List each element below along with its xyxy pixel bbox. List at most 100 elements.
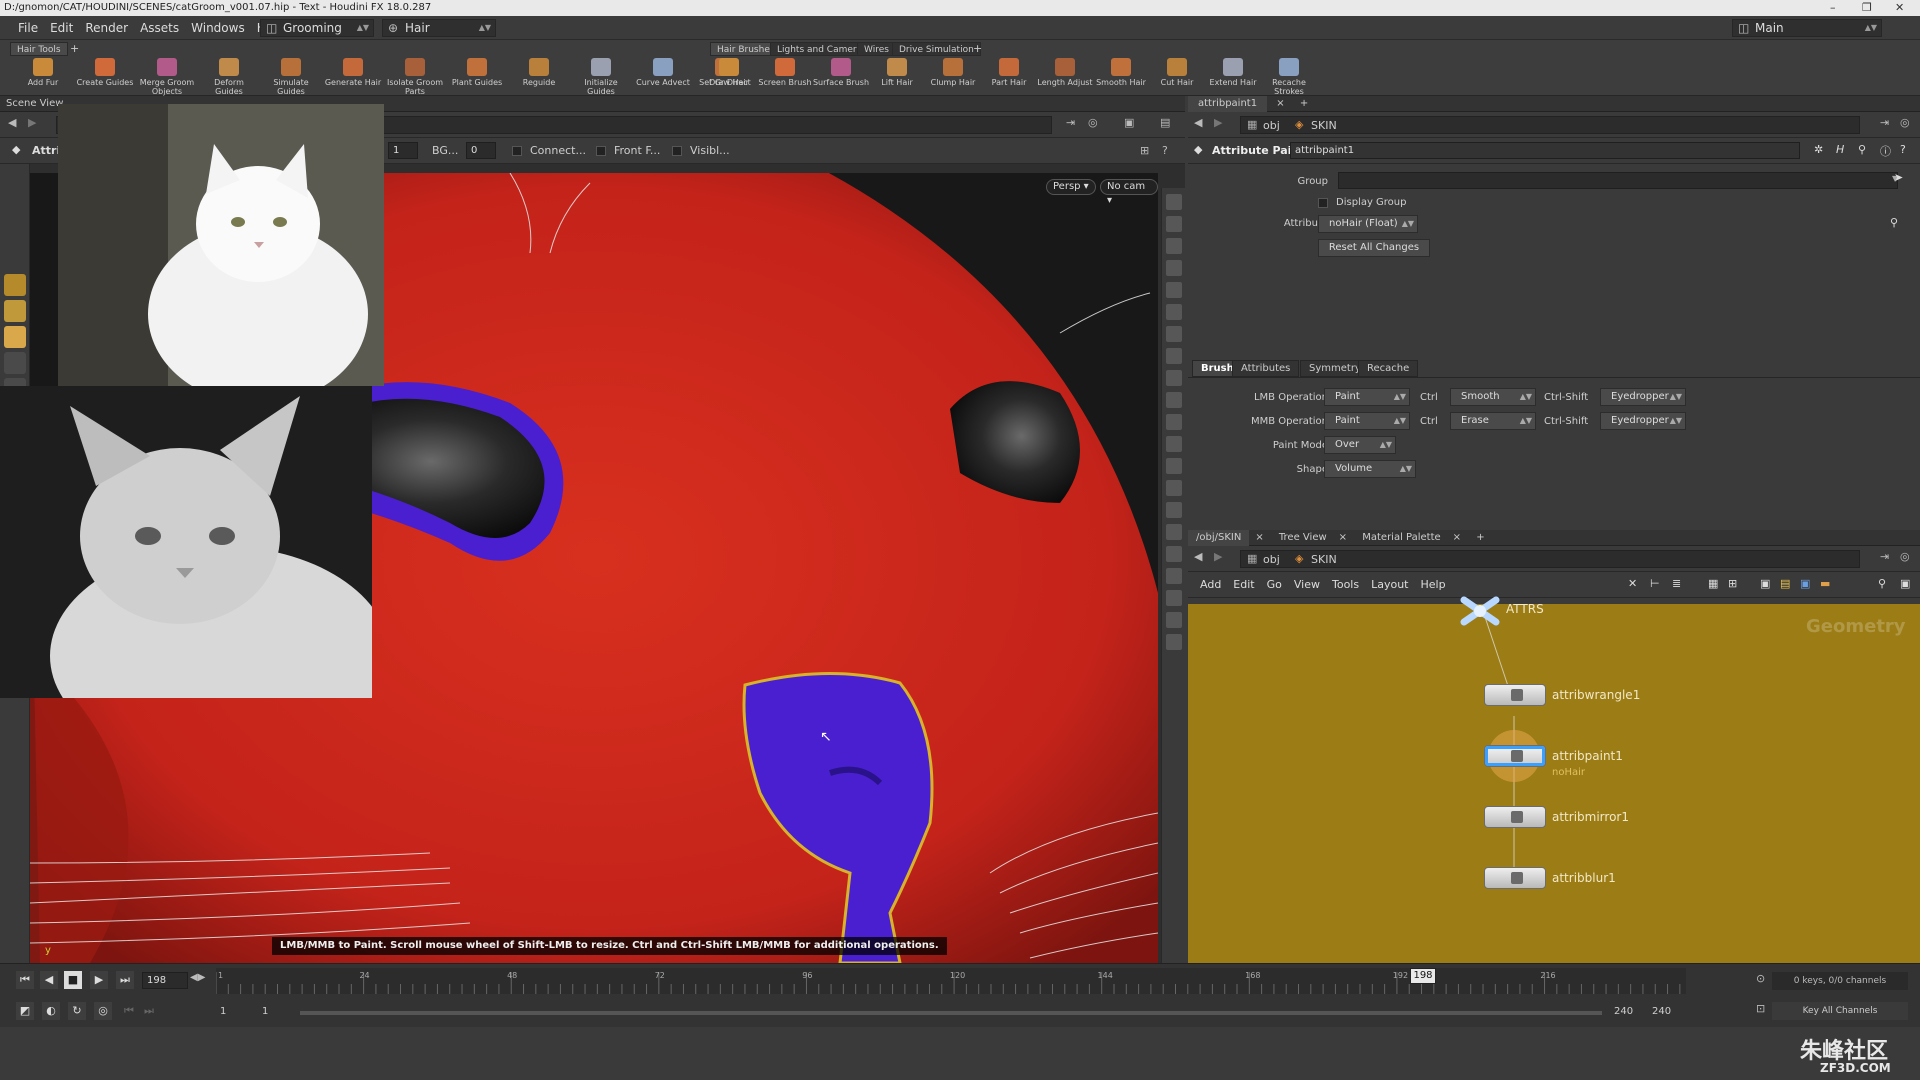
light-icon[interactable]: [1165, 326, 1182, 342]
node-attribblur1[interactable]: [1484, 867, 1546, 889]
net-menu-layout[interactable]: Layout: [1365, 572, 1414, 598]
stroke-tool-icon[interactable]: [3, 326, 26, 348]
net-menu-tools[interactable]: Tools: [1326, 572, 1365, 598]
pin-icon[interactable]: ⇥: [1066, 116, 1075, 129]
net-menu-help[interactable]: Help: [1415, 572, 1452, 598]
range-end-visible[interactable]: 240: [1614, 1006, 1633, 1017]
menu-windows[interactable]: Windows: [185, 16, 251, 40]
tab-obj-skin[interactable]: /obj/SKIN: [1188, 530, 1250, 546]
tab-scene-view[interactable]: Scene View: [0, 98, 63, 109]
hair-tool-initialize-guides[interactable]: Initialize Guides: [572, 58, 630, 96]
menu-file[interactable]: File: [12, 16, 44, 40]
hair-tool-generate-hair[interactable]: Generate Hair: [324, 58, 382, 96]
render-region-icon[interactable]: [1165, 634, 1182, 650]
back-icon[interactable]: ◀: [1194, 550, 1202, 563]
visible-checkbox[interactable]: [672, 146, 682, 156]
tab-material-palette[interactable]: Material Palette: [1356, 532, 1446, 543]
hair-tool-simulate-guides[interactable]: Simulate Guides: [262, 58, 320, 96]
tab-close-icon[interactable]: ×: [1333, 532, 1353, 543]
snap-icon[interactable]: [1165, 348, 1182, 364]
shelf-tab-wires[interactable]: Wires: [857, 42, 896, 56]
lock-icon[interactable]: [1165, 238, 1182, 254]
hair-tool-deform-guides[interactable]: Deform Guides: [200, 58, 258, 96]
ghost-icon[interactable]: [1165, 436, 1182, 452]
keys-icon[interactable]: ⊙: [1756, 972, 1765, 985]
brush-tool-recache-strokes[interactable]: Recache Strokes: [1260, 58, 1318, 96]
safe-area-icon[interactable]: [1165, 612, 1182, 628]
brush-tool-lift-hair[interactable]: Lift Hair: [868, 58, 926, 96]
net-menu-view[interactable]: View: [1288, 572, 1326, 598]
material-icon[interactable]: ▬: [1820, 577, 1830, 590]
desktop-selector[interactable]: ◫ Grooming ▲▼: [260, 19, 374, 37]
transform-icon[interactable]: [1165, 502, 1182, 518]
network-path-field[interactable]: ▦ obj ◈ SKIN: [1240, 550, 1860, 568]
close-icon[interactable]: ✕: [1895, 0, 1904, 16]
frame-icon[interactable]: [1165, 568, 1182, 584]
shading-icon[interactable]: [1165, 216, 1182, 232]
forward-icon[interactable]: ▶: [1214, 550, 1222, 563]
tab-tree-view[interactable]: Tree View: [1273, 532, 1333, 543]
tab-close-icon[interactable]: ×: [1447, 532, 1467, 543]
brush-icon[interactable]: [1165, 458, 1182, 474]
path-node[interactable]: SKIN: [1311, 553, 1337, 566]
brush-tool-length-adjust[interactable]: Length Adjust: [1036, 58, 1094, 96]
normal-icon[interactable]: [1165, 304, 1182, 320]
persp-menu[interactable]: Persp ▾: [1046, 179, 1096, 195]
select-tool-icon[interactable]: [3, 352, 26, 374]
jump-end-icon[interactable]: ⏭: [116, 971, 134, 989]
hair-tool-add-fur[interactable]: Add Fur: [14, 58, 72, 96]
key-icon[interactable]: ⊡: [1756, 1002, 1765, 1015]
camera-icon[interactable]: ▣: [1124, 116, 1134, 129]
handle-icon[interactable]: [1165, 524, 1182, 540]
camera-menu[interactable]: No cam ▾: [1100, 179, 1158, 206]
play-icon[interactable]: ▶: [90, 971, 108, 989]
main-desktop-selector[interactable]: ◫ Main ▲▼: [1732, 19, 1882, 37]
audio-icon[interactable]: ◐: [42, 1002, 60, 1020]
node-attribmirror1[interactable]: [1484, 806, 1546, 828]
sticky-note-icon[interactable]: ▤: [1780, 577, 1790, 590]
forward-icon[interactable]: ▶: [28, 116, 36, 129]
paint-tool-icon[interactable]: [3, 274, 26, 296]
hair-tool-isolate-groom-parts[interactable]: Isolate Groom Parts: [386, 58, 444, 96]
brush-tool-screen-brush[interactable]: Screen Brush: [756, 58, 814, 96]
maximize-icon[interactable]: ❐: [1862, 0, 1872, 16]
stop-icon[interactable]: ■: [64, 971, 82, 989]
front-face-checkbox[interactable]: [596, 146, 606, 156]
frame-icon[interactable]: ▣: [1900, 577, 1910, 590]
layout-icon[interactable]: ▤: [1160, 116, 1170, 129]
range-end[interactable]: 240: [1652, 1006, 1671, 1017]
key-all-channels-button[interactable]: Key All Channels: [1772, 1002, 1908, 1020]
frame-marker[interactable]: 198: [1410, 968, 1436, 984]
next-key-icon[interactable]: ⏭: [144, 1004, 154, 1018]
image-icon[interactable]: ▣: [1760, 577, 1770, 590]
tree-icon[interactable]: ⊢: [1650, 577, 1660, 590]
range-slider[interactable]: [300, 1011, 1602, 1015]
grid-icon[interactable]: ▦: [1708, 577, 1718, 590]
wire-icon[interactable]: [1165, 414, 1182, 430]
range-start-visible[interactable]: 1: [262, 1006, 268, 1017]
step-icon[interactable]: ◀▶: [190, 972, 205, 983]
jump-start-icon[interactable]: ⏮: [16, 971, 34, 989]
hair-tool-plant-guides[interactable]: Plant Guides: [448, 58, 506, 96]
network-box-icon[interactable]: ▣: [1800, 577, 1810, 590]
camera-icon[interactable]: [1165, 392, 1182, 408]
brush-tool-part-hair[interactable]: Part Hair: [980, 58, 1038, 96]
link-icon[interactable]: ◎: [1088, 116, 1098, 129]
net-menu-edit[interactable]: Edit: [1227, 572, 1260, 598]
minimize-icon[interactable]: –: [1830, 0, 1836, 16]
hair-tool-merge-groom-objects[interactable]: Merge Groom Objects: [138, 58, 196, 96]
shelf-tab-hair-tools[interactable]: Hair Tools: [10, 42, 68, 56]
hair-tool-create-guides[interactable]: Create Guides: [76, 58, 134, 96]
node-attribwrangle1[interactable]: [1484, 684, 1546, 706]
net-menu-go[interactable]: Go: [1261, 572, 1288, 598]
help-icon[interactable]: ?: [1162, 144, 1168, 157]
brush-tool-clump-hair[interactable]: Clump Hair: [924, 58, 982, 96]
node-attribpaint1[interactable]: [1484, 745, 1546, 767]
path-obj[interactable]: obj: [1263, 553, 1280, 566]
node-attrs[interactable]: [1460, 596, 1500, 626]
brush-tool-surface-brush[interactable]: Surface Brush: [812, 58, 870, 96]
connect-checkbox[interactable]: [512, 146, 522, 156]
back-icon[interactable]: ◀: [8, 116, 16, 129]
global-anim-icon[interactable]: ◎: [94, 1002, 112, 1020]
edit-icon[interactable]: [1165, 480, 1182, 496]
